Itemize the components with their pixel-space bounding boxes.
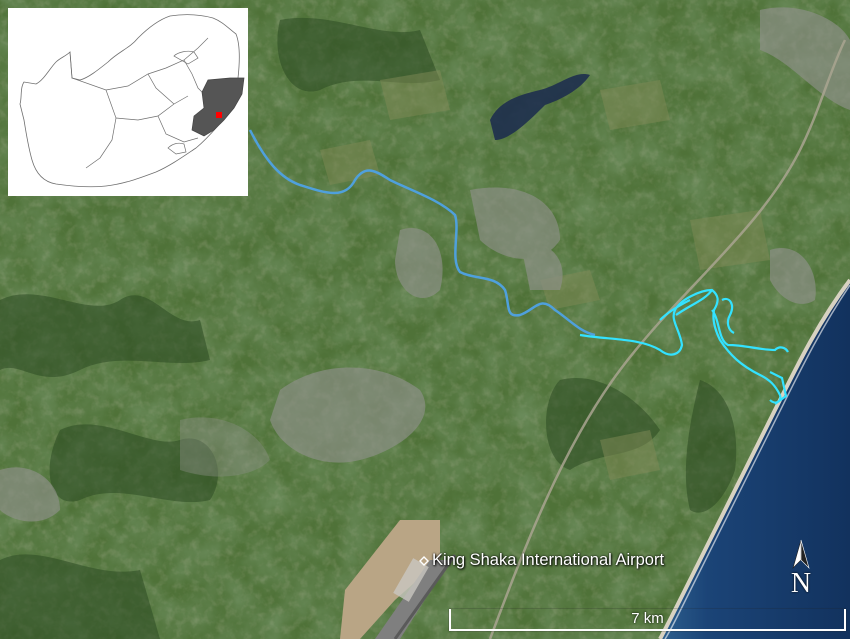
site-marker (216, 112, 222, 118)
locator-inset-map (8, 8, 248, 196)
scale-bar-label: 7 km (631, 610, 664, 627)
north-arrow: N (786, 538, 816, 608)
airport-label: King Shaka International Airport (418, 551, 664, 570)
scale-bar: 7 km (449, 604, 846, 634)
location-pin-icon (419, 555, 429, 566)
airport-label-text: King Shaka International Airport (432, 551, 665, 569)
north-arrow-icon (792, 539, 810, 570)
north-label: N (790, 568, 812, 599)
